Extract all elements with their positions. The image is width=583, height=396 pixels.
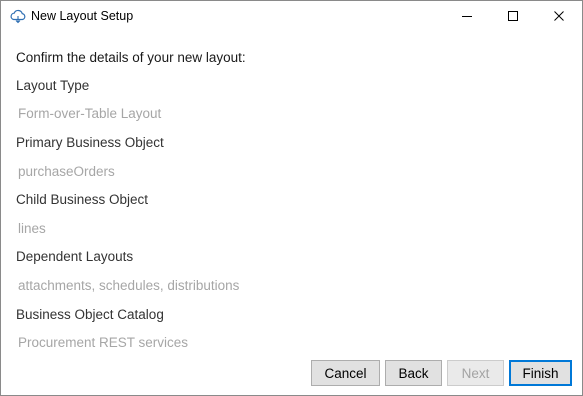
cloud-icon	[9, 8, 27, 24]
field-label-layout-type: Layout Type	[16, 78, 90, 93]
field-label-dependent-layouts: Dependent Layouts	[16, 249, 134, 264]
field-label-child-business-object: Child Business Object	[16, 192, 149, 207]
dialog-window: New Layout Setup Confirm the details of …	[0, 0, 583, 396]
field-value-business-object-catalog: Procurement REST services	[18, 335, 189, 350]
field-value-layout-type: Form-over-Table Layout	[18, 106, 162, 121]
field-value-child-business-object: lines	[18, 221, 46, 236]
close-button[interactable]	[536, 1, 582, 33]
minimize-icon	[462, 8, 472, 26]
summary-heading: Confirm the details of your new layout:	[16, 50, 246, 65]
maximize-icon	[508, 8, 518, 26]
field-label-primary-business-object: Primary Business Object	[16, 135, 164, 150]
finish-button[interactable]: Finish	[509, 360, 572, 386]
dialog-content: Confirm the details of your new layout: …	[1, 33, 582, 395]
field-value-dependent-layouts: attachments, schedules, distributions	[18, 278, 240, 293]
minimize-button[interactable]	[444, 1, 490, 33]
field-value-primary-business-object: purchaseOrders	[18, 164, 115, 179]
window-title: New Layout Setup	[31, 9, 134, 23]
next-button[interactable]: Next	[447, 360, 504, 386]
maximize-button[interactable]	[490, 1, 536, 33]
back-button[interactable]: Back	[385, 360, 442, 386]
cancel-button[interactable]: Cancel	[311, 360, 380, 386]
field-label-business-object-catalog: Business Object Catalog	[16, 307, 164, 322]
close-icon	[554, 8, 564, 26]
title-bar[interactable]: New Layout Setup	[1, 1, 582, 33]
